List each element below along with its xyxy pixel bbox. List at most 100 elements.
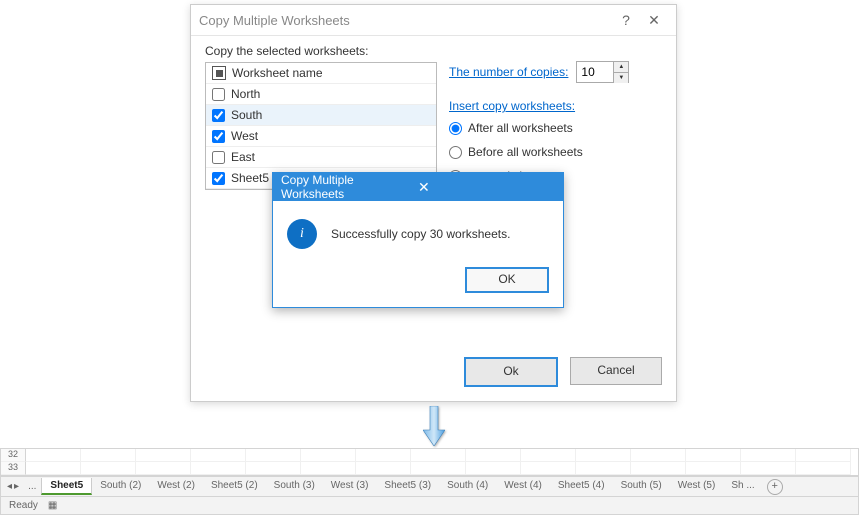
cell[interactable] [741, 462, 796, 475]
cell[interactable] [136, 449, 191, 462]
cell[interactable] [466, 462, 521, 475]
sheet-tab[interactable]: South (5) [613, 478, 670, 495]
tab-nav-prev-icon[interactable]: ◂ [7, 481, 12, 492]
cell[interactable] [81, 462, 136, 475]
msgbox-close-icon[interactable]: ✕ [418, 179, 555, 196]
worksheet-name: West [231, 129, 258, 143]
list-item[interactable]: East [206, 147, 436, 168]
cell[interactable] [631, 462, 686, 475]
sheet-tab[interactable]: West (2) [149, 478, 203, 495]
worksheet-grid[interactable]: 3233 [1, 449, 858, 476]
sheet-tab[interactable]: West (4) [496, 478, 550, 495]
worksheet-checkbox[interactable] [212, 172, 225, 185]
sheet-tab[interactable]: Sheet5 [41, 478, 92, 495]
cell[interactable] [521, 449, 576, 462]
copies-label[interactable]: The number of copies: [449, 65, 568, 79]
list-item[interactable]: North [206, 84, 436, 105]
cell[interactable] [631, 449, 686, 462]
radio-input[interactable] [449, 122, 462, 135]
cell[interactable] [26, 449, 81, 462]
msgbox-text: Successfully copy 30 worksheets. [331, 227, 510, 241]
excel-window: 3233 ◂ ▸ ... Sheet5South (2)West (2)Shee… [0, 448, 859, 515]
list-header[interactable]: Worksheet name [206, 63, 436, 84]
close-icon[interactable]: ✕ [640, 12, 668, 29]
worksheet-name: East [231, 150, 255, 164]
sheet-tab[interactable]: Sheet5 (4) [550, 478, 613, 495]
insert-label[interactable]: Insert copy worksheets: [449, 99, 629, 113]
cancel-button[interactable]: Cancel [570, 357, 662, 385]
row-header[interactable]: 32 [1, 449, 26, 462]
help-icon[interactable]: ? [612, 12, 640, 28]
cell[interactable] [26, 462, 81, 475]
sheet-tab[interactable]: South (3) [266, 478, 323, 495]
sheet-tab[interactable]: Sheet5 (3) [376, 478, 439, 495]
grid-row: 33 [1, 462, 858, 475]
msgbox-title: Copy Multiple Worksheets [281, 173, 418, 201]
cell[interactable] [466, 449, 521, 462]
copies-spinner[interactable]: ▲ ▼ [576, 61, 629, 83]
info-icon: i [287, 219, 317, 249]
list-item[interactable]: West [206, 126, 436, 147]
cell[interactable] [411, 462, 466, 475]
dialog-title: Copy Multiple Worksheets [199, 13, 612, 28]
tab-overflow-left[interactable]: ... [23, 480, 41, 493]
ok-button[interactable]: Ok [464, 357, 558, 387]
sheet-tab[interactable]: Sheet5 (2) [203, 478, 266, 495]
radio-label: After all worksheets [468, 121, 573, 135]
sheet-tab[interactable]: South (2) [92, 478, 149, 495]
status-text: Ready [9, 500, 38, 511]
worksheet-list: Worksheet name North South West East Sheet5 [205, 62, 437, 190]
insert-option[interactable]: Before all worksheets [449, 145, 629, 159]
worksheet-name: Sheet5 [231, 171, 269, 185]
status-bar: Ready ▦ [1, 496, 858, 514]
cell[interactable] [576, 449, 631, 462]
worksheet-checkbox[interactable] [212, 130, 225, 143]
sheet-tab-bar: ◂ ▸ ... Sheet5South (2)West (2)Sheet5 (2… [1, 476, 858, 496]
msgbox-ok-button[interactable]: OK [465, 267, 549, 293]
dialog-titlebar: Copy Multiple Worksheets ? ✕ [191, 5, 676, 36]
cell[interactable] [81, 449, 136, 462]
insert-option[interactable]: After all worksheets [449, 121, 629, 135]
cell[interactable] [686, 449, 741, 462]
sheet-tab[interactable]: West (5) [670, 478, 724, 495]
cell[interactable] [246, 462, 301, 475]
cell[interactable] [191, 462, 246, 475]
cell[interactable] [136, 462, 191, 475]
cell[interactable] [356, 449, 411, 462]
list-item[interactable]: South [206, 105, 436, 126]
grid-row: 32 [1, 449, 858, 462]
sheet-tab[interactable]: South (4) [439, 478, 496, 495]
cell[interactable] [191, 449, 246, 462]
sheet-tab[interactable]: West (3) [323, 478, 377, 495]
arrow-down-icon [423, 406, 445, 449]
spin-down-icon[interactable]: ▼ [614, 73, 628, 83]
row-header[interactable]: 33 [1, 462, 26, 475]
spin-up-icon[interactable]: ▲ [614, 62, 628, 73]
cell[interactable] [796, 462, 851, 475]
new-sheet-button[interactable]: + [767, 479, 783, 495]
cell[interactable] [301, 449, 356, 462]
cell[interactable] [301, 462, 356, 475]
cell[interactable] [741, 449, 796, 462]
radio-label: Before all worksheets [468, 145, 583, 159]
cell[interactable] [686, 462, 741, 475]
cell[interactable] [796, 449, 851, 462]
cell[interactable] [576, 462, 631, 475]
radio-input[interactable] [449, 146, 462, 159]
cell[interactable] [246, 449, 301, 462]
message-box: Copy Multiple Worksheets ✕ i Successfull… [272, 172, 564, 308]
select-all-checkbox[interactable] [212, 66, 226, 80]
worksheet-name: South [231, 108, 262, 122]
cell[interactable] [356, 462, 411, 475]
tab-nav-next-icon[interactable]: ▸ [14, 481, 19, 492]
worksheet-name: North [231, 87, 260, 101]
cell[interactable] [411, 449, 466, 462]
sheet-tab[interactable]: Sh ... [723, 478, 762, 495]
worksheet-checkbox[interactable] [212, 151, 225, 164]
msgbox-titlebar: Copy Multiple Worksheets ✕ [273, 173, 563, 201]
worksheet-checkbox[interactable] [212, 109, 225, 122]
worksheet-checkbox[interactable] [212, 88, 225, 101]
macro-icon[interactable]: ▦ [48, 500, 57, 511]
copies-input[interactable] [577, 62, 613, 82]
cell[interactable] [521, 462, 576, 475]
